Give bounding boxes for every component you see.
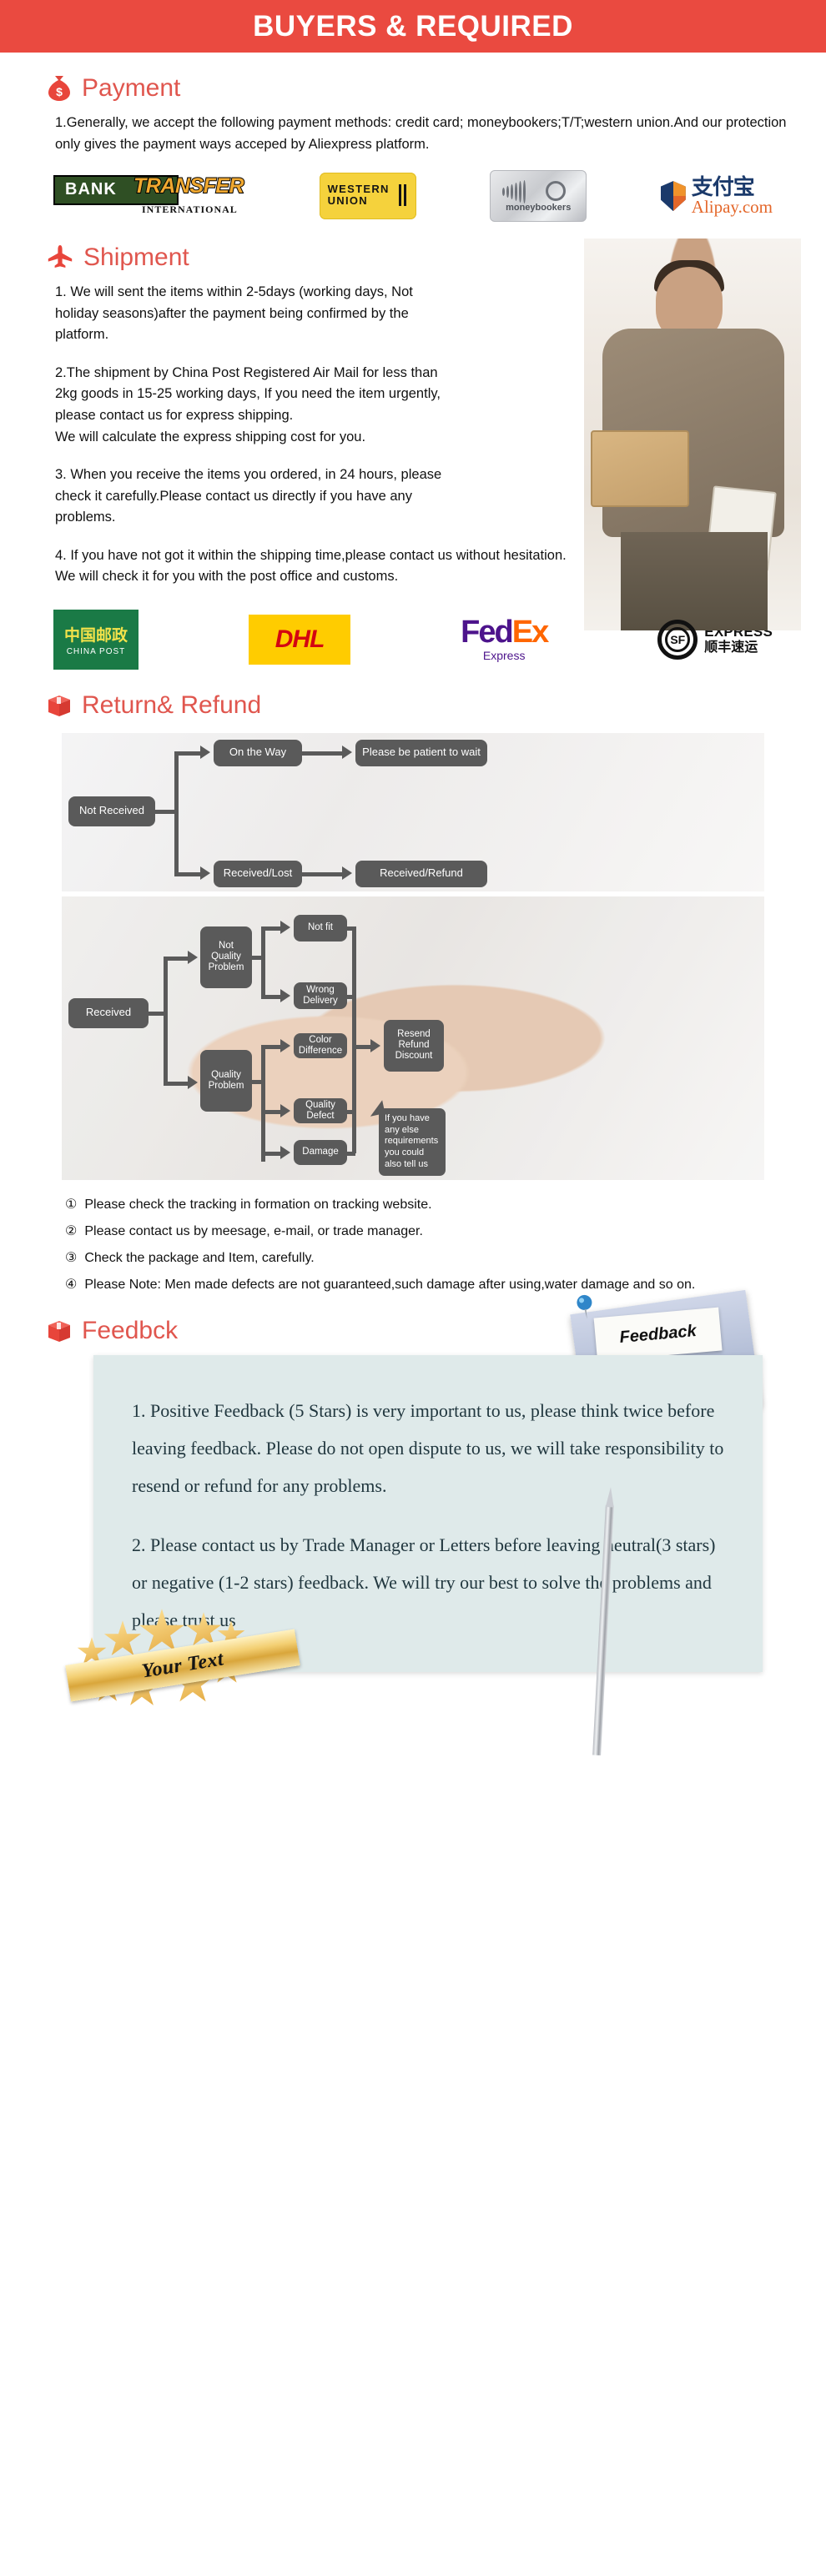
money-bag-icon: $: [48, 76, 70, 101]
bank-transfer-accent: TRANSFER: [133, 173, 245, 198]
sf-express-logo: SF EXPRESS 顺丰速运: [657, 619, 773, 660]
moneybookers-label: moneybookers: [506, 203, 572, 213]
alipay-logo: 支付宝 Alipay.com: [660, 174, 773, 217]
sf-mark-text: SF: [665, 626, 691, 652]
flow2-leaf-quality-defect: Quality Defect: [294, 1097, 347, 1123]
bank-transfer-sub: INTERNATIONAL: [142, 203, 238, 216]
fedex-sub: Express: [482, 649, 526, 663]
package-icon: [48, 1320, 70, 1342]
shipment-title: Shipment: [83, 244, 189, 272]
payment-title: Payment: [82, 74, 181, 102]
flow2-leaf-wrong-delivery: Wrong Delivery: [294, 982, 347, 1009]
feedback-paragraph-1: 1. Positive Feedback (5 Stars) is very i…: [132, 1399, 724, 1496]
return-note-text: Please Note: Men made defects are not gu…: [84, 1278, 696, 1293]
fedex-part1: Fed: [461, 615, 514, 650]
return-note-marker: ①: [65, 1197, 78, 1212]
flow2-leaf-color-difference: Color Difference: [294, 1032, 347, 1058]
return-notes-list: ① Please check the tracking in formation…: [65, 1195, 761, 1295]
return-note-item: ② Please contact us by meesage, e-mail, …: [65, 1222, 761, 1241]
flow2-leaf-damage: Damage: [294, 1139, 347, 1165]
moneybookers-ring-icon: [546, 181, 567, 202]
western-union-logo: WESTERN UNION: [319, 173, 416, 220]
flow1-node-be-patient: Please be patient to wait: [355, 739, 487, 766]
shipment-paragraph-1: 1. We will sent the items within 2-5days…: [55, 284, 413, 343]
return-note-item: ③ Check the package and Item, carefully.: [65, 1248, 761, 1268]
shipping-carrier-logos: 中国邮政 CHINA POST DHL FedEx Express SF EXP…: [53, 609, 773, 670]
shipment-paragraph-2: 2.The shipment by China Post Registered …: [55, 364, 441, 444]
badge-ribbon: Your Text: [65, 1629, 300, 1702]
shipment-paragraph-3: 3. When you receive the items you ordere…: [55, 467, 442, 525]
return-note-text: Please check the tracking in formation o…: [84, 1197, 432, 1212]
moneybookers-logo: moneybookers: [490, 170, 587, 223]
moneybookers-waves-icon: [502, 180, 526, 204]
return-note-text: Check the package and Item, carefully.: [84, 1251, 315, 1266]
sf-english: EXPRESS: [704, 623, 773, 640]
flow2-node-result: Resend Refund Discount: [384, 1019, 444, 1072]
feedback-sign-text: Feedback: [593, 1307, 723, 1362]
return-note-text: Please contact us by meesage, e-mail, or…: [84, 1224, 423, 1239]
flow1-node-start: Not Received: [68, 796, 155, 826]
sf-chinese: 顺丰速运: [704, 639, 758, 655]
return-note-item: ④ Please Note: Men made defects are not …: [65, 1275, 761, 1294]
return-note-marker: ②: [65, 1224, 78, 1239]
return-note-item: ① Please check the tracking in formation…: [65, 1195, 761, 1214]
svg-text:$: $: [56, 85, 63, 98]
return-refund-heading: Return& Refund: [47, 691, 789, 720]
china-post-english: CHINA POST: [66, 646, 126, 656]
shipment-heading: Shipment: [47, 244, 789, 272]
alipay-domain: Alipay.com: [691, 196, 773, 217]
feedback-section: Feedbck Feedback 1. Positive Feedback (5…: [0, 1289, 826, 1761]
flow2-leaf-not-fit: Not fit: [294, 914, 347, 942]
package-icon: [48, 695, 70, 716]
flow1-node-received-refund: Received/Refund: [355, 860, 487, 887]
shipment-paragraph-4: 4. If you have not got it within the shi…: [55, 547, 567, 585]
flowchart-received: Received Not Quality Problem Quality Pro…: [62, 896, 764, 1180]
return-note-marker: ④: [65, 1278, 78, 1293]
china-post-logo: 中国邮政 CHINA POST: [53, 609, 139, 670]
courier-photo: [584, 239, 801, 631]
shipment-section: Shipment 1. We will sent the items withi…: [0, 239, 826, 670]
fedex-part2: Ex: [511, 615, 550, 650]
payment-section: $ Payment 1.Generally, we accept the fol…: [0, 74, 826, 223]
feedback-title: Feedbck: [82, 1316, 179, 1344]
flow2-callout: If you have any else requirements you co…: [379, 1107, 446, 1176]
product-policy-page: BUYERS & REQUIRED $ Payment 1.Generally,…: [0, 0, 826, 1760]
page-title: BUYERS & REQUIRED: [253, 9, 573, 43]
alipay-chinese: 支付宝: [691, 174, 755, 200]
wu-line2: UNION: [327, 193, 368, 207]
alipay-shield-icon: [660, 181, 686, 212]
wu-line1: WESTERN: [327, 183, 390, 196]
flow2-node-quality-problem: Quality Problem: [200, 1049, 252, 1112]
return-refund-section: Return& Refund Not Received On the Way P…: [0, 691, 826, 1295]
return-note-marker: ③: [65, 1251, 78, 1266]
flow1-node-on-the-way: On the Way: [214, 739, 302, 766]
flow1-node-received-lost: Received/Lost: [214, 860, 302, 887]
china-post-chinese: 中国邮政: [63, 625, 128, 645]
sf-mark-icon: SF: [657, 619, 698, 660]
payment-heading: $ Payment: [47, 74, 789, 103]
return-refund-title: Return& Refund: [82, 690, 262, 719]
pushpin-icon: [577, 1294, 592, 1319]
flow2-node-not-quality-problem: Not Quality Problem: [200, 926, 252, 988]
payment-logos: BANK TRANSFER INTERNATIONAL WESTERN UNIO…: [53, 170, 773, 223]
badge-text: Your Text: [140, 1648, 225, 1683]
bank-transfer-logo: BANK TRANSFER INTERNATIONAL: [53, 172, 245, 220]
page-header: BUYERS & REQUIRED: [0, 0, 826, 53]
airplane-icon: [48, 245, 73, 269]
dhl-wordmark: DHL: [274, 625, 325, 653]
flowchart-not-received: Not Received On the Way Please be patien…: [62, 732, 764, 891]
wu-bars-icon: [398, 184, 406, 207]
fedex-logo: FedEx Express: [461, 615, 550, 663]
flow2-node-start: Received: [68, 997, 149, 1028]
bank-transfer-word: BANK: [65, 180, 117, 199]
gold-star-badge: Your Text: [37, 1602, 789, 1727]
payment-paragraph: 1.Generally, we accept the following pay…: [55, 115, 787, 152]
dhl-logo: DHL: [249, 614, 351, 665]
